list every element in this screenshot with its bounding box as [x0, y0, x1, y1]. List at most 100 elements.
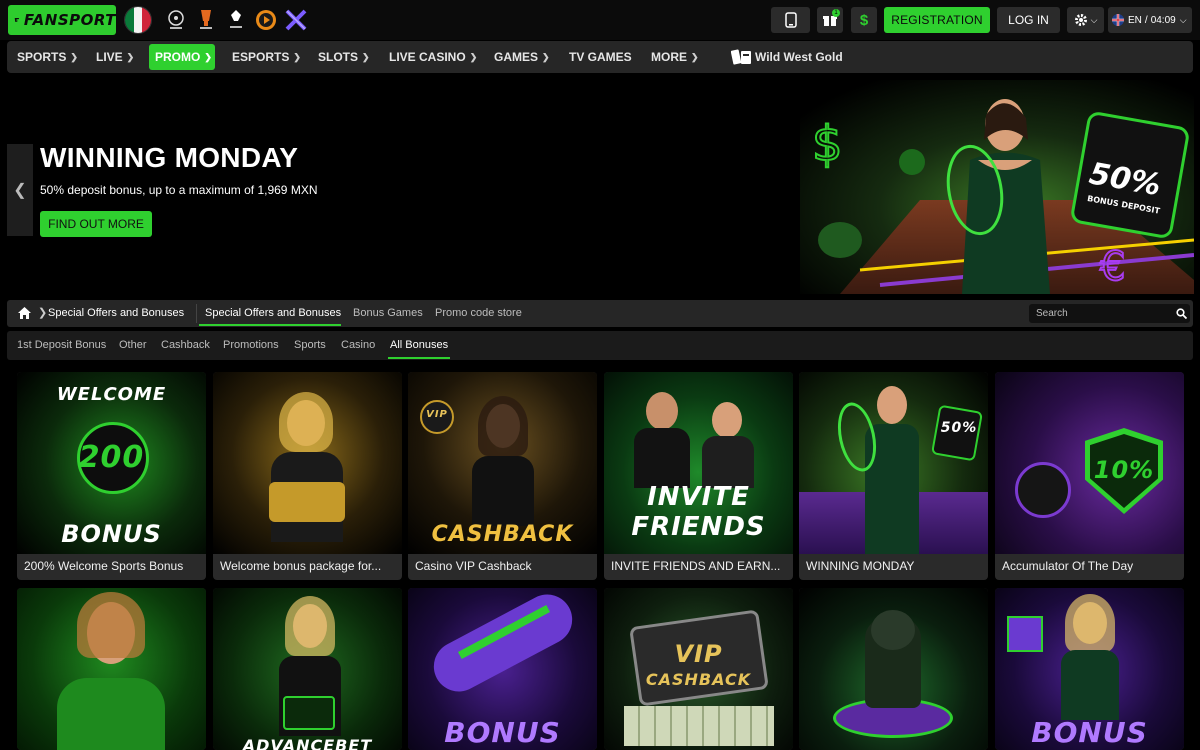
card-art-text: WELCOME — [56, 384, 167, 405]
search-input[interactable] — [1029, 304, 1169, 323]
bonus-card-image: 50% — [799, 372, 988, 554]
card-art-text: VIP — [426, 409, 448, 420]
nav-item-live-casino[interactable]: LIVE CASINO ❯ — [383, 44, 483, 70]
bonus-card-image: WELCOME 200 BONUS — [17, 372, 206, 554]
bonus-card-image: VIP CASHBACK — [604, 588, 793, 750]
x-game-icon[interactable] — [282, 6, 310, 34]
bonus-card-image: 10% — [995, 372, 1184, 554]
chevron-down-icon: ❯ — [126, 51, 135, 62]
nav-item-games[interactable]: GAMES ❯ — [488, 44, 556, 70]
bonus-card[interactable]: BONUS — [995, 588, 1184, 750]
bonus-card[interactable]: VIP CASHBACK — [604, 588, 793, 750]
filter-promotions[interactable]: Promotions — [223, 339, 279, 351]
find-out-more-button[interactable]: FIND OUT MORE — [40, 211, 152, 237]
bonus-card[interactable]: 10% Accumulator Of The Day — [995, 372, 1184, 580]
card-art-text: 50% — [940, 420, 978, 436]
card-art-text: BONUS — [61, 520, 162, 548]
bonus-card[interactable] — [17, 588, 206, 750]
svg-text:€: € — [1100, 244, 1125, 290]
nav-item-live[interactable]: LIVE ❯ — [90, 44, 140, 70]
language-time-selector[interactable]: EN / 04:09 ⌵ — [1108, 7, 1192, 33]
nav-label: SLOTS — [318, 50, 359, 64]
tab-bonus-games[interactable]: Bonus Games — [353, 307, 423, 319]
bonus-card-title: INVITE FRIENDS AND EARN... — [611, 559, 781, 573]
bonus-card[interactable]: WELCOME 200 BONUS 200% Welcome Sports Bo… — [17, 372, 206, 580]
bonus-card-title: Accumulator Of The Day — [1002, 559, 1134, 573]
hero-banner-image[interactable]: $ 50% BONUS DEPOSIT € — [800, 80, 1194, 294]
search-box — [1029, 304, 1190, 323]
uk-flag-icon — [1112, 14, 1124, 26]
nav-item-slots[interactable]: SLOTS ❯ — [312, 44, 376, 70]
chevron-down-icon: ❯ — [469, 51, 478, 62]
bonus-card-title: Casino VIP Cashback — [415, 559, 532, 573]
bonus-card[interactable]: 50% WINNING MONDAY — [799, 372, 988, 580]
hero-title: WINNING MONDAY — [40, 142, 299, 173]
filter-1st-deposit-bonus[interactable]: 1st Deposit Bonus — [17, 339, 106, 351]
bonus-card[interactable]: ADVANCEBET — [213, 588, 402, 750]
card-art-text: ADVANCEBET — [242, 736, 373, 750]
nav-label: TV GAMES — [569, 50, 632, 64]
filter-sports[interactable]: Sports — [294, 339, 326, 351]
bonus-card-image: INVITE FRIENDS — [604, 372, 793, 554]
home-icon[interactable] — [18, 307, 31, 319]
filter-cashback[interactable]: Cashback — [161, 339, 210, 351]
main-nav: SPORTS ❯ LIVE ❯ PROMO ❯ ESPORTS ❯ SLOTS ❯ LIV… — [7, 41, 1193, 73]
filter-other[interactable]: Other — [119, 339, 147, 351]
nav-label: PROMO — [155, 50, 201, 64]
card-art-text: CASHBACK — [431, 522, 574, 547]
hero-prev-arrow[interactable]: ❮ — [7, 144, 33, 236]
play-icon[interactable] — [252, 6, 280, 34]
filter-casino[interactable]: Casino — [341, 339, 375, 351]
brand-name: FANSPORT — [23, 11, 116, 29]
card-art-text: FRIENDS — [631, 512, 766, 542]
premier-league-icon[interactable] — [222, 6, 250, 34]
settings-button[interactable]: ⌵ — [1067, 7, 1104, 33]
tab-promo-code-store[interactable]: Promo code store — [435, 307, 522, 319]
bonus-card[interactable]: BONUS — [408, 588, 597, 750]
bonus-card-image: BONUS — [408, 588, 597, 750]
bonus-card-title: Welcome bonus package for... — [220, 559, 382, 573]
bonus-card-title: 200% Welcome Sports Bonus — [24, 559, 184, 573]
nav-item-more[interactable]: MORE ❯ — [645, 44, 705, 70]
bonus-card[interactable]: Welcome bonus package for... — [213, 372, 402, 580]
europa-league-icon[interactable] — [192, 6, 220, 34]
chevron-down-icon: ❯ — [70, 51, 78, 62]
chevron-down-icon: ❯ — [691, 51, 699, 62]
champions-league-icon[interactable] — [162, 6, 190, 34]
card-art-text: CASHBACK — [645, 670, 752, 689]
nav-label: LIVE CASINO — [389, 50, 466, 64]
chevron-down-icon: ❯ — [542, 51, 550, 62]
gift-count-badge: 1 — [832, 9, 840, 17]
tab-special-offers[interactable]: Special Offers and Bonuses — [205, 307, 341, 319]
nav-label: MORE — [651, 50, 687, 64]
filter-all-bonuses[interactable]: All Bonuses — [390, 339, 448, 351]
login-button[interactable]: LOG IN — [997, 7, 1060, 33]
nav-item-sports[interactable]: SPORTS ❯ — [11, 44, 84, 70]
mobile-phone-icon — [784, 12, 797, 28]
bonus-card[interactable]: INVITE FRIENDS INVITE FRIENDS AND EARN..… — [604, 372, 793, 580]
mexico-flag-icon[interactable] — [124, 6, 152, 34]
mobile-app-button[interactable] — [771, 7, 810, 33]
chevron-down-icon: ❯ — [204, 51, 212, 62]
nav-label: ESPORTS — [232, 50, 290, 64]
nav-item-promo[interactable]: PROMO ❯ — [149, 44, 215, 70]
bonus-card[interactable] — [799, 588, 988, 750]
search-icon[interactable] — [1176, 308, 1187, 319]
bonus-card-image: ADVANCEBET — [213, 588, 402, 750]
hero-subtitle: 50% deposit bonus, up to a maximum of 1,… — [40, 183, 318, 197]
divider — [196, 304, 197, 323]
nav-item-esports[interactable]: ESPORTS ❯ — [226, 44, 307, 70]
card-art-text: VIP — [674, 640, 723, 668]
nav-item-tv-games[interactable]: TV GAMES — [563, 44, 638, 70]
breadcrumb-tabs-bar: ❯ Special Offers and Bonuses Special Off… — [7, 300, 1193, 327]
card-art-text: 10% — [1093, 456, 1155, 484]
nav-item-wild-west-gold[interactable]: Wild West Gold — [749, 44, 849, 70]
bonus-card[interactable]: VIP CASHBACK Casino VIP Cashback — [408, 372, 597, 580]
breadcrumb-current: Special Offers and Bonuses — [48, 307, 185, 319]
registration-button[interactable]: REGISTRATION — [884, 7, 990, 33]
deposit-button[interactable]: $ — [851, 7, 877, 33]
card-art-text: BONUS — [444, 716, 561, 749]
bonus-card-image — [799, 588, 988, 750]
nav-label: LIVE — [96, 50, 123, 64]
fansport-logo[interactable]: FANSPORT — [8, 5, 116, 35]
